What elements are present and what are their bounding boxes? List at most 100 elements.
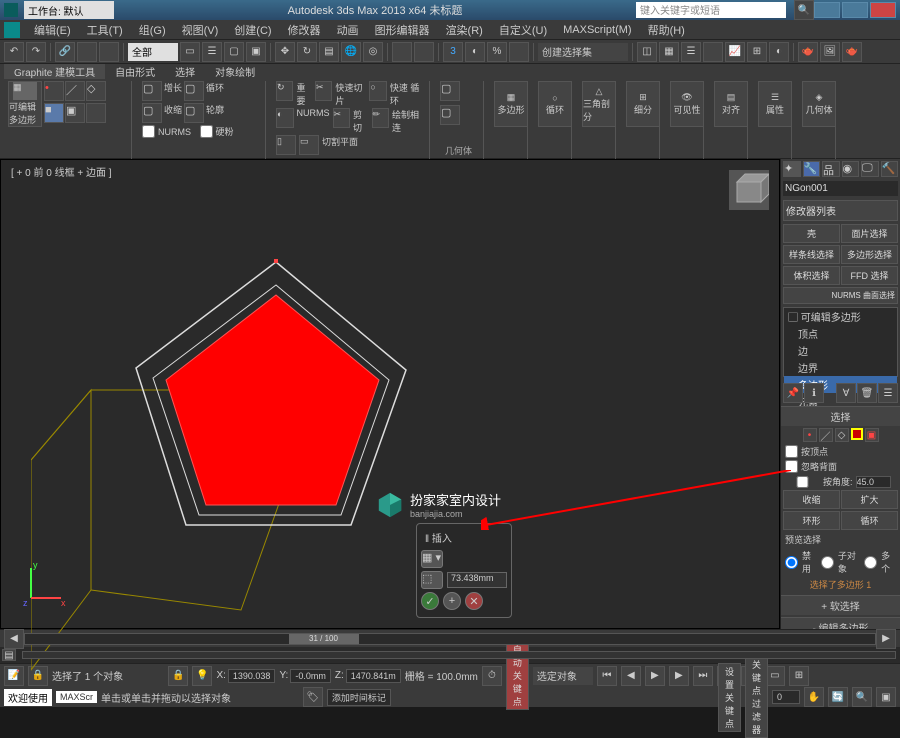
sliceplane-button[interactable]: ▭ [299,135,319,155]
subobj-none-button[interactable] [86,103,106,123]
schematic-button[interactable]: ⊞ [747,42,767,62]
caddy-type-button[interactable]: ▦ ▾ [421,550,443,568]
object-name-field[interactable]: NGon001 [783,181,898,196]
next-frame[interactable]: ▶ [669,666,689,686]
sel-btn-patch[interactable]: 面片选择 [841,224,898,243]
mirror-button[interactable]: ◫ [637,42,657,62]
nurms-check[interactable] [142,125,155,138]
loop-button[interactable]: ▢ [184,81,204,101]
tri-panel-button[interactable]: △三角剖分 [582,81,616,127]
angle-spinner[interactable] [856,476,891,488]
percent-snap-button[interactable]: % [487,42,507,62]
maximize-button[interactable] [842,2,868,18]
render-frame-button[interactable]: 🖼 [820,42,840,62]
close-button[interactable] [870,2,896,18]
menu-help[interactable]: 帮助(H) [640,22,693,38]
by-vertex-check[interactable] [785,445,798,458]
props-panel-button[interactable]: ☰属性 [758,81,792,127]
caddy-ok-button[interactable]: ✓ [421,592,439,610]
nav-max-toggle[interactable]: ▣ [876,687,896,707]
stack-header[interactable]: ▢ 可编辑多边形 [784,308,897,325]
subobj-poly-button[interactable]: ■ [44,103,64,123]
time-thumb[interactable]: 31 / 100 [289,634,359,644]
play-button[interactable]: ▶ [645,666,665,686]
subobj-edge[interactable]: ／ [819,428,833,442]
rotate-button[interactable]: ↻ [297,42,317,62]
viewport[interactable]: [ + 0 前 0 线框 + 边面 ] y x z [0,159,780,629]
constrain-button[interactable]: ▯ [276,135,296,155]
menu-view[interactable]: 视图(V) [174,22,227,38]
stack-remove-button[interactable]: 🗑 [857,383,877,403]
selection-filter[interactable]: 全部 [128,43,178,61]
align-button[interactable]: ▦ [659,42,679,62]
help-search[interactable]: 键入关键字或短语 [636,2,786,18]
select-button[interactable]: ▭ [180,42,200,62]
grow-button[interactable]: ▢ [142,81,162,101]
quickslice-button[interactable]: ✂ [315,81,332,101]
time-slider[interactable]: ◀ 31 / 100 ▶ [0,629,900,647]
undo-button[interactable]: ↶ [4,42,24,62]
window-crossing-button[interactable]: ▣ [246,42,266,62]
material-editor-button[interactable]: ◐ [769,42,789,62]
caddy-cancel-button[interactable]: ✕ [465,592,483,610]
angle-snap-button[interactable]: ◐ [465,42,485,62]
preview-off-radio[interactable] [785,556,798,569]
menu-create[interactable]: 创建(C) [226,22,279,38]
sel-btn-ffd[interactable]: FFD 选择 [841,266,898,285]
select-name-button[interactable]: ☰ [202,42,222,62]
subobj-vertex-button[interactable]: • [44,81,64,101]
stack-edge[interactable]: 边 [784,342,897,359]
nurms2-button[interactable]: ◐ [276,108,294,128]
trackbar-toggle[interactable]: ▤ [2,649,16,661]
preview-subobj-radio[interactable] [821,556,834,569]
subdiv-panel-button[interactable]: ⊞细分 [626,81,660,127]
caddy-amount-field[interactable]: 73.438mm [447,572,507,588]
viewport-label[interactable]: [ + 0 前 0 线框 + 边面 ] [11,164,112,179]
time-prev[interactable]: ◀ [4,629,24,649]
cmd-tab-hierarchy[interactable]: 品 [822,161,840,177]
by-angle-check[interactable] [785,476,820,488]
cmd-tab-utils[interactable]: 🔨 [881,161,899,177]
move-button[interactable]: ✥ [275,42,295,62]
cmd-tab-create[interactable]: ✦ [783,161,801,177]
loop-sel-button[interactable]: 循环 [841,511,898,530]
layers-button[interactable]: ☰ [681,42,701,62]
cmd-tab-display[interactable]: 🖵 [861,161,879,177]
pivot-button[interactable]: ◎ [363,42,383,62]
grow-sel-button[interactable]: 扩大 [841,490,898,509]
loop-panel-button[interactable]: ○循环 [538,81,572,127]
nav-zoom-region[interactable]: 🔍 [852,687,872,707]
subobj-element[interactable]: ▣ [865,428,879,442]
stack-vertex[interactable]: 顶点 [784,325,897,342]
menu-custom[interactable]: 自定义(U) [491,22,555,38]
curve-editor-button[interactable]: 📈 [725,42,745,62]
add-time-tag[interactable]: 添加时间标记 [327,689,391,706]
menu-graph[interactable]: 图形编辑器 [367,22,438,38]
render-setup-button[interactable]: 🫖 [798,42,818,62]
named-selection-set[interactable]: 创建选择集 [538,43,628,61]
rollout-selection[interactable]: 选择 [781,406,900,426]
subobj-element-button[interactable]: ▣ [65,103,85,123]
time-config[interactable]: ⏱ [482,666,502,686]
stack-pin-button[interactable]: 📌 [783,383,803,403]
stack-config-button[interactable]: ∀ [836,383,856,403]
ribbon-tab-selection[interactable]: 选择 [165,64,205,79]
goto-end[interactable]: ⏭ [693,666,713,686]
nav-orbit[interactable]: 🔄 [828,687,848,707]
menu-maxscript[interactable]: MAXScript(M) [555,24,639,36]
sel-btn-poly[interactable]: 多边形选择 [841,245,898,264]
subobj-border[interactable]: ◇ [835,428,849,442]
caddy-apply-button[interactable]: + [443,592,461,610]
viewport-max[interactable]: ⊞ [789,666,809,686]
bind-button[interactable] [99,42,119,62]
keyboard-button[interactable] [414,42,434,62]
manipulate-button[interactable] [392,42,412,62]
subobj-edge-button[interactable]: ／ [65,81,85,101]
menu-group[interactable]: 组(G) [131,22,174,38]
scale-button[interactable]: ▤ [319,42,339,62]
setkey-button[interactable]: 设置关键点 [718,663,741,732]
rollout-editpoly[interactable]: - 编辑多边形 [781,617,900,629]
render-button[interactable]: 🫖 [842,42,862,62]
app-logo[interactable] [4,22,20,38]
shrink-button[interactable]: ▢ [142,103,162,123]
